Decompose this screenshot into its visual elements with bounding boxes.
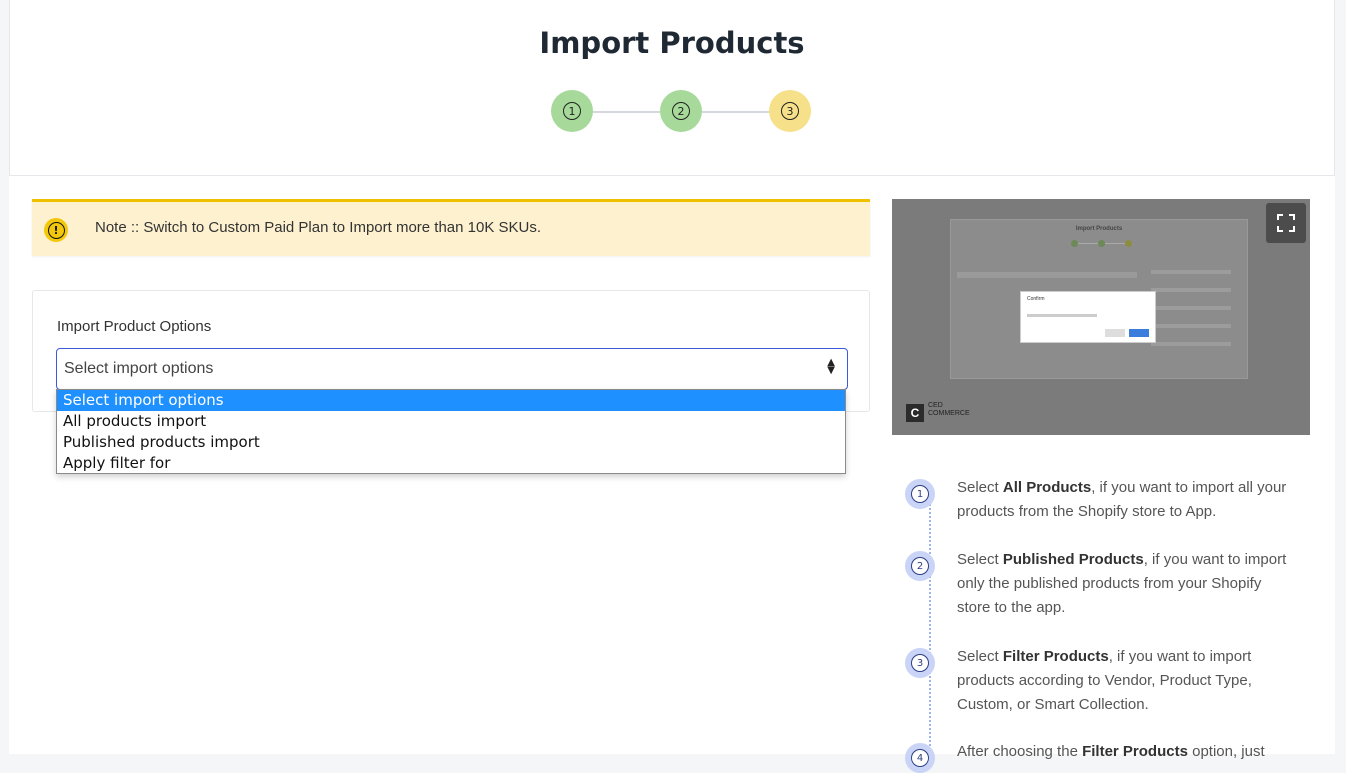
warning-icon: ! [44,218,68,242]
cedcommerce-logo: C CED COMMERCE [906,400,976,428]
step-badge: 3 [905,648,935,678]
step-connector [702,111,769,113]
preview-title: Import Products [1075,226,1123,232]
step-badge: 2 [905,551,935,581]
plan-note-banner: ! Note :: Switch to Custom Paid Plan to … [32,199,870,256]
step-2-number: 2 [672,102,690,120]
option-apply-filter-for[interactable]: Apply filter for [57,453,845,474]
preview-step-line [1105,243,1125,244]
select-value: Select import options [64,360,214,377]
step-connector [593,111,660,113]
preview-cancel-button [1105,329,1125,337]
preview-step-dot [1098,240,1105,247]
preview-step-dot [1071,240,1078,247]
step-3: 3 [769,90,811,132]
option-all-products-import[interactable]: All products import [57,411,845,432]
step-3-number: 3 [781,102,799,120]
step-2: 2 [660,90,702,132]
preview-step-dot [1125,240,1132,247]
note-text: Note :: Switch to Custom Paid Plan to Im… [95,219,542,236]
expand-icon [1277,214,1295,232]
import-stepper: 1 2 3 [551,90,811,134]
import-options-select[interactable]: Select import options ▲ ▼ [56,348,848,390]
select-arrows-icon: ▲ ▼ [827,357,835,376]
option-published-products-import[interactable]: Published products import [57,432,845,453]
tutorial-preview[interactable]: Import Products Confirm C CED COMMERCE [892,199,1310,435]
step-badge: 1 [905,479,935,509]
import-options-label: Import Product Options [57,318,212,335]
preview-confirm-button [1129,329,1149,337]
header-card: Import Products 1 2 3 [9,0,1335,176]
instruction-text: After choosing the Filter Products optio… [957,743,1265,760]
preview-select [957,272,1137,278]
preview-step-line [1078,243,1098,244]
timeline-line [929,500,931,754]
instruction-text: Select Filter Products, if you want to i… [957,648,1252,713]
import-options-dropdown: Select import options All products impor… [56,389,846,474]
preview-confirm-dialog: Confirm [1020,291,1156,343]
preview-stepper [1071,240,1132,248]
preview-dialog-title: Confirm [1027,296,1045,302]
instruction-text: Select Published Products, if you want t… [957,551,1287,616]
step-1: 1 [551,90,593,132]
option-select-import-options[interactable]: Select import options [57,390,845,411]
instruction-text: Select All Products, if you want to impo… [957,479,1287,520]
step-1-number: 1 [563,102,581,120]
page-title: Import Products [539,26,805,60]
preview-instructions [1151,270,1241,370]
fullscreen-button[interactable] [1266,203,1306,243]
step-badge: 4 [905,743,935,773]
